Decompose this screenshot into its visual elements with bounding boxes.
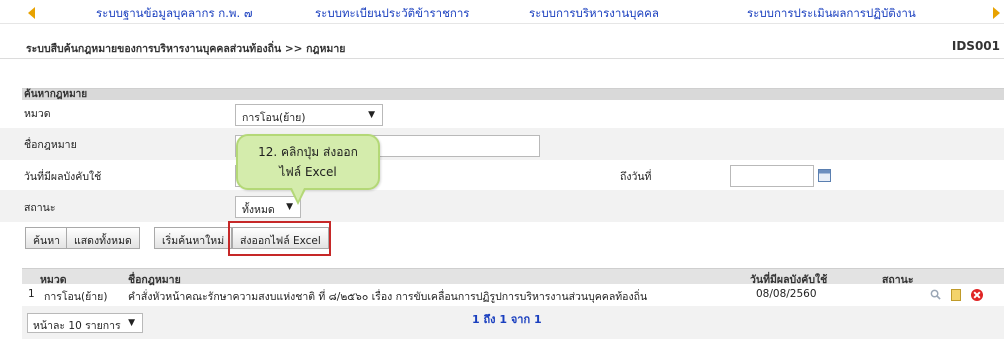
row-effective-date: 08/08/2560 [756, 288, 817, 300]
law-name-label: ชื่อกฎหมาย [24, 139, 77, 151]
law-name-row: ชื่อกฎหมาย [0, 128, 1004, 160]
nav-link-civil-servant-registry[interactable]: ระบบทะเบียนประวัติข้าราชการ [315, 5, 469, 23]
to-date-label: ถึงวันที่ [620, 171, 652, 183]
search-button[interactable]: ค้นหา [25, 227, 69, 249]
category-select[interactable]: การโอน(ย้าย) ▼ [235, 104, 383, 126]
nav-link-performance-evaluation[interactable]: ระบบการประเมินผลการปฏิบัติงาน [747, 5, 916, 23]
status-label: สถานะ [24, 202, 56, 214]
callout-tail-inner [292, 188, 304, 201]
effective-date-to-input[interactable] [730, 165, 814, 187]
export-button-highlight [228, 221, 331, 256]
results-table-header: หมวด ชื่อกฎหมาย วันที่มีผลบังคับใช้ สถาน… [22, 268, 1004, 286]
show-all-button[interactable]: แสดงทั้งหมด [66, 227, 140, 249]
calendar-icon[interactable] [818, 169, 831, 182]
nav-next-arrow-icon[interactable] [993, 7, 1000, 19]
pagination-bar: หน้าละ 10 รายการ ▼ 1 ถึง 1 จาก 1 [22, 306, 1004, 339]
callout-line-1: 12. คลิกปุ่ม ส่งออก [258, 145, 358, 159]
chevron-down-icon: ▼ [368, 110, 375, 120]
top-navigation: ระบบฐานข้อมูลบุคลากร ก.พ. ๗ ระบบทะเบียนป… [0, 0, 1004, 24]
screen-code: IDS001 [951, 39, 1000, 53]
chevron-down-icon: ▼ [128, 318, 135, 328]
row-law-name[interactable]: คำสั่งหัวหน้าคณะรักษาความสงบแห่งชาติ ที่… [128, 288, 647, 305]
edit-document-icon[interactable] [951, 289, 961, 301]
status-selected-value: ทั้งหมด [242, 204, 275, 216]
instruction-callout: 12. คลิกปุ่ม ส่งออก ไฟล์ Excel [236, 134, 380, 205]
nav-link-personnel-management[interactable]: ระบบการบริหารงานบุคคล [529, 5, 659, 23]
category-selected-value: การโอน(ย้าย) [242, 112, 306, 124]
row-index: 1 [28, 288, 35, 300]
row-category: การโอน(ย้าย) [44, 291, 108, 303]
effective-date-row: วันที่มีผลบังคับใช้ ถึงวันที่ [0, 160, 1004, 192]
nav-prev-arrow-icon[interactable] [28, 7, 35, 19]
delete-icon[interactable] [971, 289, 983, 301]
effective-date-label: วันที่มีผลบังคับใช้ [24, 171, 102, 183]
pagination-summary: 1 ถึง 1 จาก 1 [472, 313, 542, 326]
magnifier-icon[interactable] [930, 289, 941, 300]
page-title-bar: ระบบสืบค้นกฎหมายของการบริหารงานบุคคลส่วน… [0, 33, 1004, 59]
callout-line-2: ไฟล์ Excel [279, 165, 337, 179]
nav-link-personnel-database[interactable]: ระบบฐานข้อมูลบุคลากร ก.พ. ๗ [96, 5, 252, 23]
page-size-value: หน้าละ 10 รายการ [33, 320, 121, 332]
search-section-title: ค้นหากฎหมาย [24, 89, 88, 100]
new-search-button[interactable]: เริ่มค้นหาใหม่ [154, 227, 233, 249]
category-label: หมวด [24, 108, 51, 120]
page-size-select[interactable]: หน้าละ 10 รายการ ▼ [27, 313, 143, 333]
breadcrumb: ระบบสืบค้นกฎหมายของการบริหารงานบุคคลส่วน… [26, 43, 346, 55]
table-row: 1 การโอน(ย้าย) คำสั่งหัวหน้าคณะรักษาความ… [22, 285, 1004, 303]
search-section-header: ค้นหากฎหมาย [22, 88, 1004, 100]
status-row: สถานะ ทั้งหมด ▼ [0, 190, 1004, 222]
